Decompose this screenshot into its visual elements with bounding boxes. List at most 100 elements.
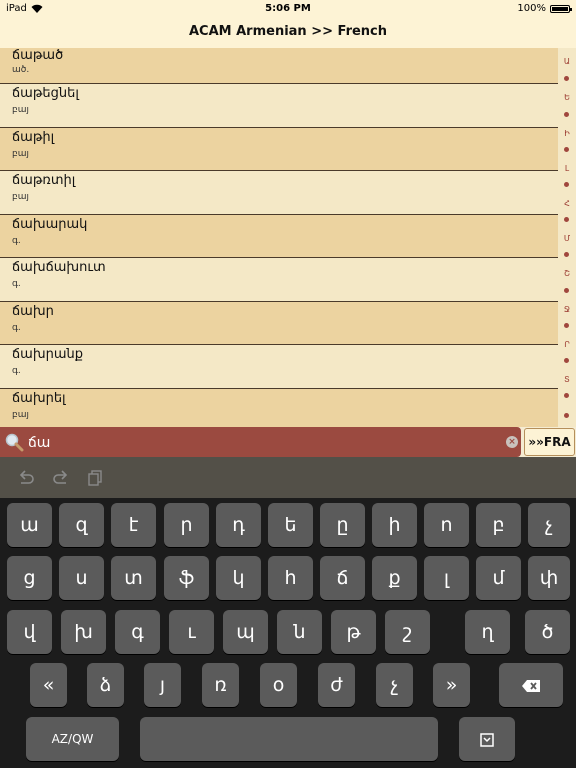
clear-icon[interactable]: × (506, 436, 518, 448)
key[interactable]: ը (320, 503, 365, 547)
index-letter[interactable]: Ջ (558, 305, 576, 314)
key[interactable]: խ (61, 610, 106, 654)
list-item[interactable]: ճախրանք գ. (0, 345, 558, 389)
key[interactable]: լ (424, 556, 469, 600)
battery-percent: 100% (517, 3, 546, 14)
key[interactable]: մ (476, 556, 521, 600)
list-item-word: ճախարակ (12, 216, 88, 232)
keyboard-toolbar (0, 457, 576, 498)
key[interactable]: ն (277, 610, 322, 654)
list-item-pos: գ. (12, 279, 21, 289)
list-item[interactable]: ճաթռտիլ բայ (0, 171, 558, 215)
key[interactable]: զ (59, 503, 104, 547)
list-item-pos: բայ (12, 192, 29, 202)
key[interactable]: դ (216, 503, 261, 547)
index-letter[interactable]: Ա (558, 57, 576, 66)
list-item-pos: գ. (12, 366, 21, 376)
dismiss-keyboard-key[interactable] (459, 717, 515, 761)
key[interactable]: ց (7, 556, 52, 600)
index-letter[interactable]: Տ (558, 375, 576, 384)
key[interactable]: ի (372, 503, 417, 547)
key[interactable]: ր (164, 503, 209, 547)
backspace-icon (522, 679, 540, 692)
index-dot (564, 112, 569, 117)
key[interactable]: ք (372, 556, 417, 600)
key[interactable]: « (30, 663, 67, 707)
index-dot (564, 413, 569, 418)
language-button[interactable]: »»FRA (524, 428, 575, 456)
search-bar: × »»FRA (0, 427, 576, 457)
list-item[interactable]: ճախր գ. (0, 301, 558, 345)
key[interactable]: ս (59, 556, 104, 600)
key[interactable]: յ (144, 663, 181, 707)
key[interactable]: ձ (87, 663, 124, 707)
list-item-word: ճախրել (12, 390, 66, 406)
key[interactable]: չ (528, 503, 570, 547)
key[interactable]: ֆ (164, 556, 209, 600)
index-dot (564, 288, 569, 293)
index-letter[interactable]: Ր (558, 340, 576, 349)
list-item-pos: գ. (12, 235, 21, 246)
key[interactable]: շ (385, 610, 430, 654)
key[interactable]: չ (376, 663, 413, 707)
status-time: 5:06 PM (265, 3, 311, 14)
key[interactable]: ժ (318, 663, 355, 707)
list-item[interactable]: ճաթած ած. (0, 48, 558, 84)
key[interactable]: » (433, 663, 470, 707)
index-dot (564, 393, 569, 398)
key[interactable]: տ (111, 556, 156, 600)
word-list[interactable]: ճաթած ած. ճաթեցնել բայ ճաթիլ բայ ճաթռտիլ… (0, 48, 576, 427)
key[interactable]: օ (260, 663, 297, 707)
list-item-word: ճաթեցնել (12, 86, 79, 101)
index-letter[interactable]: Շ (558, 269, 576, 278)
search-field[interactable]: × (0, 427, 521, 457)
list-item-pos: գ. (12, 322, 21, 333)
alphabet-index[interactable]: Ա Ե Ի Լ Հ Մ Շ Ջ Ր Տ (558, 48, 576, 427)
key[interactable]: պ (223, 610, 268, 654)
key[interactable]: ո (424, 503, 469, 547)
index-dot (564, 217, 569, 222)
list-item[interactable]: ճաթիլ բայ (0, 127, 558, 171)
key[interactable]: ռ (202, 663, 239, 707)
battery-icon (550, 4, 572, 13)
key[interactable]: վ (7, 610, 52, 654)
list-item[interactable]: ճախճախուտ գ. (0, 258, 558, 302)
index-dot (564, 147, 569, 152)
key[interactable]: հ (268, 556, 313, 600)
index-letter[interactable]: Ի (558, 129, 576, 138)
index-letter[interactable]: Ե (558, 93, 576, 102)
key[interactable]: ճ (320, 556, 365, 600)
key[interactable]: ւ (169, 610, 214, 654)
key[interactable]: ղ (465, 610, 510, 654)
status-right: 100% (517, 3, 572, 14)
index-letter[interactable]: Հ (558, 199, 576, 208)
key[interactable]: փ (528, 556, 570, 600)
key[interactable]: թ (331, 610, 376, 654)
nav-bar: ACAM Armenian >> French (0, 18, 576, 48)
keyboard-dismiss-icon (480, 732, 494, 747)
layout-switch-key[interactable]: AZ/QW (26, 717, 119, 761)
search-input[interactable] (26, 431, 490, 455)
list-item[interactable]: ճախրել բայ (0, 388, 558, 427)
list-item-pos: բայ (12, 148, 29, 159)
list-item[interactable]: ճախարակ գ. (0, 214, 558, 258)
key[interactable]: ա (7, 503, 52, 547)
list-item[interactable]: ճաթեցնել բայ (0, 84, 558, 128)
key[interactable]: ծ (525, 610, 570, 654)
index-letter[interactable]: Մ (558, 234, 576, 243)
delete-key[interactable] (499, 663, 563, 707)
key[interactable]: է (111, 503, 156, 547)
paste-icon[interactable] (86, 468, 106, 488)
key[interactable]: կ (216, 556, 261, 600)
key[interactable]: բ (476, 503, 521, 547)
key[interactable]: ե (268, 503, 313, 547)
list-item-pos: բայ (12, 409, 29, 420)
redo-icon[interactable] (51, 468, 71, 488)
index-dot (564, 252, 569, 257)
undo-icon[interactable] (16, 468, 36, 488)
index-dot (564, 182, 569, 187)
status-bar: iPad 5:06 PM 100% (0, 0, 576, 18)
space-key[interactable] (140, 717, 438, 761)
key[interactable]: գ (115, 610, 160, 654)
index-letter[interactable]: Լ (558, 164, 576, 173)
